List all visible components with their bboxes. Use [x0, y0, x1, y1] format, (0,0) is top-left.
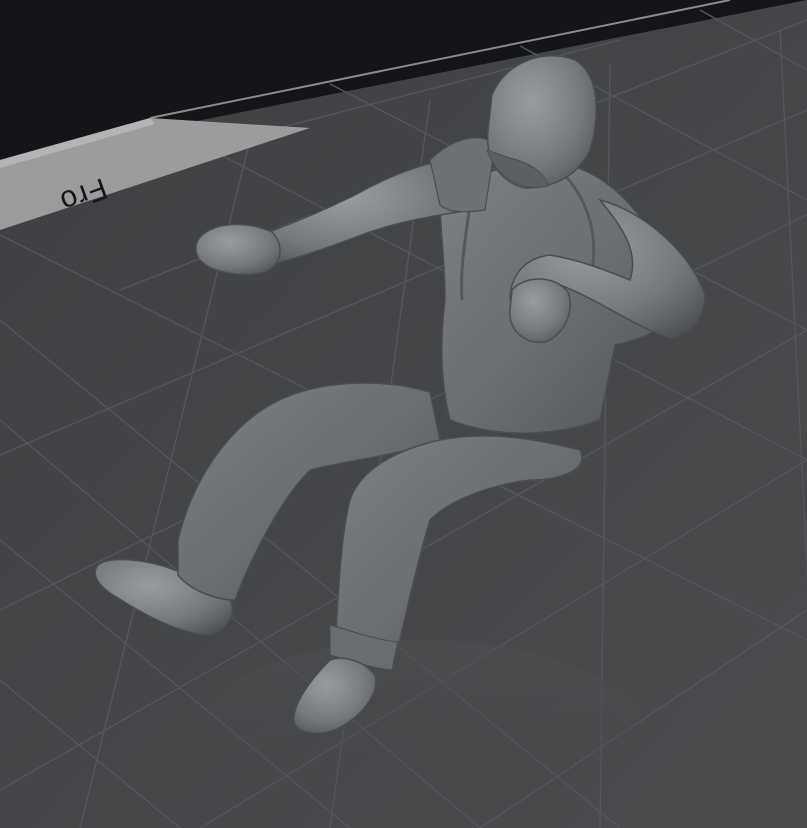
figure-left-hand[interactable] [195, 223, 281, 276]
viewport-scene[interactable]: Fro [0, 0, 807, 828]
figure-shadow [200, 640, 640, 820]
3d-viewport[interactable]: Fro [0, 0, 807, 828]
